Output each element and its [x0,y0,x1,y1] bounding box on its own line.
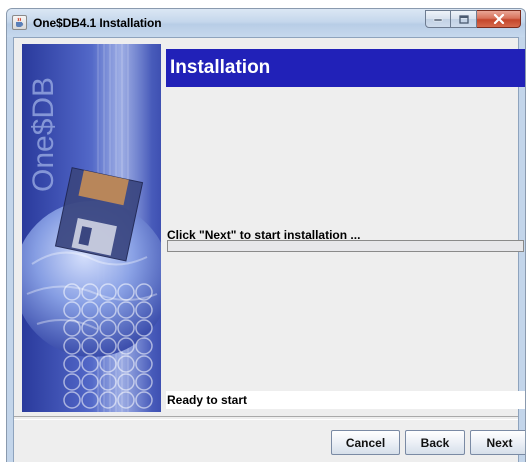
progress-bar [167,240,524,252]
button-separator [14,416,518,420]
java-cup-icon [12,15,27,30]
title-bar[interactable]: One$DB4.1 Installation [7,9,525,37]
cancel-button[interactable]: Cancel [331,430,400,455]
page-title: Installation [170,57,271,78]
close-icon [493,14,504,24]
header-bar: Installation [166,49,525,87]
dialog-content: One$DB Installation Click "Next" to star… [13,37,525,462]
close-button[interactable] [477,10,521,28]
maximize-icon [458,14,469,24]
installer-window: One$DB4.1 Installation One$DB Installati… [6,8,526,462]
minimize-button[interactable] [425,10,451,28]
sidebar-logo-text: One$DB [27,77,60,192]
minimize-icon [433,18,443,22]
back-button[interactable]: Back [405,430,465,455]
maximize-button[interactable] [451,10,477,28]
caption-buttons [425,10,521,29]
status-bar-text: Ready to start [167,393,248,407]
next-button[interactable]: Next [470,430,525,455]
banner-artwork: One$DB [22,44,161,412]
window-title: One$DB4.1 Installation [33,16,162,30]
status-bar: Ready to start [166,391,525,409]
sidebar-banner: One$DB [22,44,161,412]
